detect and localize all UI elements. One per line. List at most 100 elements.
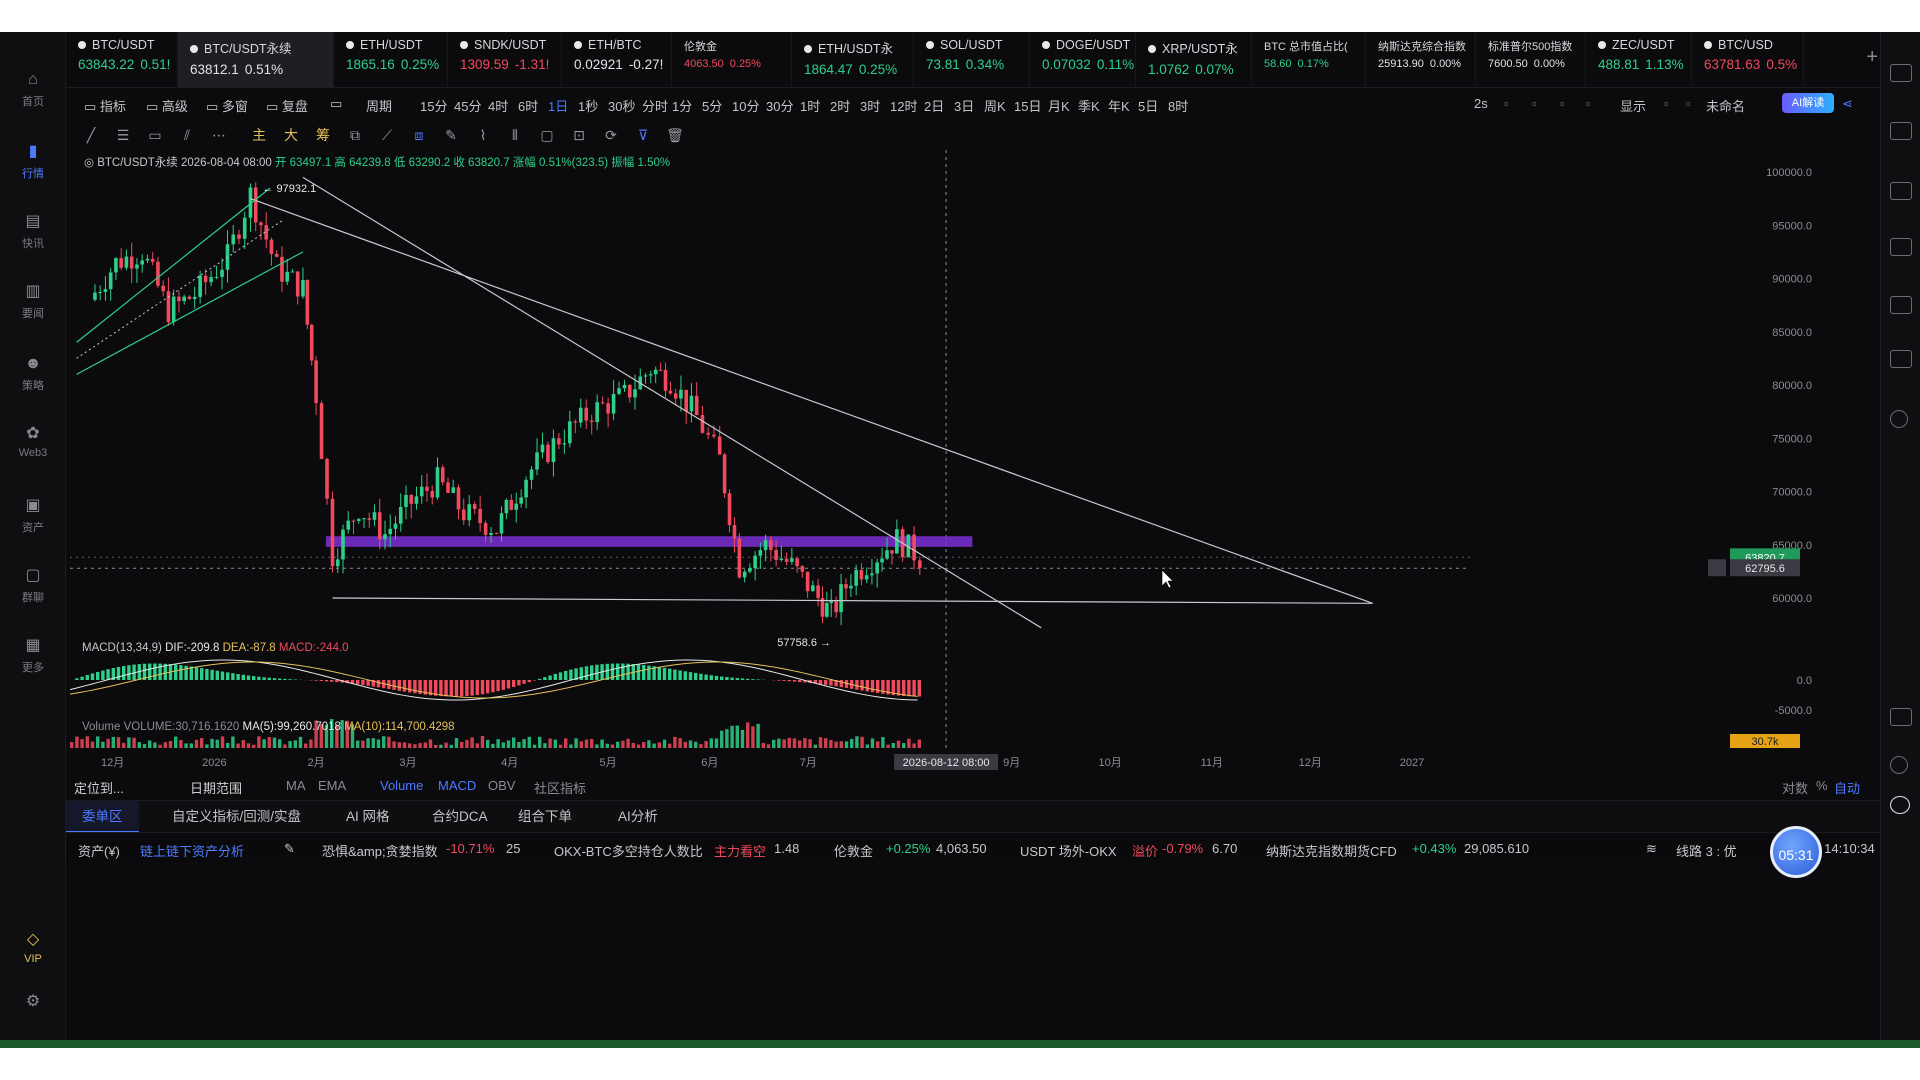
clock-icon[interactable]: [1890, 410, 1908, 428]
period-19[interactable]: 15日: [1014, 96, 1041, 115]
ticker-tab[interactable]: SOL/USDT 73.81 0.34%: [914, 32, 1030, 88]
ticker-tab[interactable]: ETH/USDT永 1864.47 0.25%: [792, 32, 914, 88]
vip-button[interactable]: ◇ VIP: [0, 930, 66, 965]
orderbook-icon[interactable]: [1890, 122, 1912, 140]
period-9[interactable]: 5分: [702, 96, 722, 115]
robot-assistant-icon[interactable]: [1890, 796, 1910, 814]
ticker-tab[interactable]: BTC/USD 63781.63 0.5%: [1692, 32, 1804, 88]
ticker-tab[interactable]: 纳斯达克综合指数 25913.90 0.00%: [1366, 32, 1476, 88]
indicator-5[interactable]: MACD: [438, 778, 476, 793]
trash-icon[interactable]: 🗑: [666, 126, 684, 144]
trend-line-icon[interactable]: ╱: [82, 126, 100, 144]
crop-icon[interactable]: ▫: [1560, 96, 1565, 111]
price-chart[interactable]: ← 97932.1 57758.6 → 100000.0 95000.0 90000.0…: [70, 150, 1880, 770]
bottom-tab-2[interactable]: AI 网格: [330, 801, 406, 833]
status-assets[interactable]: 资产(¥): [78, 841, 120, 860]
toolbar-item-3[interactable]: ▭ 复盘: [266, 96, 308, 115]
period-15[interactable]: 12时: [890, 96, 917, 115]
sidebar-item-2[interactable]: ▤ 快讯: [0, 212, 66, 251]
sidebar-item-1[interactable]: ▮ 行情: [0, 142, 66, 181]
scale-option-1[interactable]: %: [1816, 778, 1828, 793]
edit-icon[interactable]: ✎: [284, 841, 295, 857]
toolbar-item-0[interactable]: ▭ 指标: [84, 96, 126, 115]
scale-option-2[interactable]: 自动: [1834, 778, 1860, 797]
eraser-icon[interactable]: ✎: [442, 126, 460, 144]
menu-icon[interactable]: ▫: [1586, 96, 1591, 111]
scale-option-0[interactable]: 对数: [1782, 778, 1808, 797]
period-1[interactable]: 45分: [454, 96, 481, 115]
period-13[interactable]: 2时: [830, 96, 850, 115]
depth-icon[interactable]: [1890, 238, 1912, 256]
sidebar-item-0[interactable]: ⌂ 首页: [0, 70, 66, 109]
ticker-tab[interactable]: XRP/USDT永 1.0762 0.07%: [1136, 32, 1252, 88]
status-onchain-link[interactable]: 链上链下资产分析: [140, 841, 244, 860]
toolbar-item-2[interactable]: ▭ 多窗: [206, 96, 248, 115]
period-4[interactable]: 1日: [548, 96, 568, 115]
ticker-tab[interactable]: 伦敦金 4063.50 0.25%: [672, 32, 792, 88]
indicator-2[interactable]: MA: [286, 778, 306, 793]
bell-icon[interactable]: [1890, 756, 1908, 774]
share-icon[interactable]: ⋖: [1842, 96, 1853, 112]
ai-interpret-button[interactable]: AI解读: [1782, 93, 1834, 113]
sidebar-item-6[interactable]: ▣ 资产: [0, 496, 66, 535]
sidebar-item-7[interactable]: ▢ 群聊: [0, 566, 66, 605]
sidebar-item-3[interactable]: ▥ 要闻: [0, 282, 66, 321]
gear-icon[interactable]: ▫: [1664, 96, 1669, 111]
period-10[interactable]: 10分: [732, 96, 759, 115]
brush-icon[interactable]: ⌇: [474, 126, 492, 144]
indicator-7[interactable]: 社区指标: [534, 778, 586, 797]
fullscreen-icon[interactable]: ▫: [1686, 96, 1691, 111]
period-0[interactable]: 15分: [420, 96, 447, 115]
period-17[interactable]: 3日: [954, 96, 974, 115]
toolbar-item-5[interactable]: 周期: [366, 96, 392, 115]
indicator-6[interactable]: OBV: [488, 778, 515, 793]
sidebar-item-8[interactable]: ▦ 更多: [0, 636, 66, 675]
period-5[interactable]: 1秒: [578, 96, 598, 115]
toolbar-right-0[interactable]: 2s: [1474, 96, 1488, 111]
camera-icon[interactable]: ▫: [1504, 96, 1509, 111]
period-24[interactable]: 8时: [1168, 96, 1188, 115]
rectangle-icon[interactable]: ▭: [146, 126, 164, 144]
period-3[interactable]: 6时: [518, 96, 538, 115]
layers-icon[interactable]: ⧈: [410, 126, 428, 144]
toolbar-right-1[interactable]: 显示: [1620, 96, 1646, 115]
rotate-icon[interactable]: ⟳: [602, 126, 620, 144]
ticker-tab[interactable]: BTC/USDT 63843.22 0.51!: [66, 32, 178, 88]
period-18[interactable]: 周K: [984, 96, 1006, 115]
settings-button[interactable]: ⚙: [0, 992, 66, 1015]
chip-icon[interactable]: 筹: [314, 126, 332, 144]
period-6[interactable]: 30秒: [608, 96, 635, 115]
main-icon[interactable]: 主: [250, 126, 268, 144]
ticker-tab[interactable]: ZEC/USDT 488.81 1.13%: [1586, 32, 1692, 88]
ticker-tab[interactable]: 标准普尔500指数 7600.50 0.00%: [1476, 32, 1586, 88]
ticker-tab[interactable]: BTC 总市值占比(58.60 0.17%: [1252, 32, 1366, 88]
big-icon[interactable]: 大: [282, 126, 300, 144]
trades-icon[interactable]: [1890, 182, 1912, 200]
horizontal-lines-icon[interactable]: ☰: [114, 126, 132, 144]
period-23[interactable]: 5日: [1138, 96, 1158, 115]
monitor-icon[interactable]: [1890, 296, 1912, 314]
ticker-tab[interactable]: BTC/USDT永续 63812.1 0.51%: [178, 32, 334, 88]
indicator-0[interactable]: 定位到...: [74, 778, 124, 797]
more-icon[interactable]: ⋯: [210, 126, 228, 144]
bars-icon[interactable]: ⫴: [506, 126, 524, 144]
add-tab-icon[interactable]: +: [1866, 46, 1878, 69]
clipboard-icon[interactable]: ▢: [538, 126, 556, 144]
toolbar-right-2[interactable]: 未命名: [1706, 96, 1745, 115]
pencil-icon[interactable]: ⫽: [178, 126, 196, 144]
indicator-3[interactable]: EMA: [318, 778, 346, 793]
toolbar-item-4[interactable]: ▭: [330, 96, 342, 112]
period-12[interactable]: 1时: [800, 96, 820, 115]
indicator-4[interactable]: Volume: [380, 778, 423, 793]
filter-icon[interactable]: ⊽: [634, 126, 652, 144]
bottom-tab-0[interactable]: 委单区: [66, 801, 139, 833]
period-20[interactable]: 月K: [1048, 96, 1070, 115]
period-2[interactable]: 4时: [488, 96, 508, 115]
ticker-tab[interactable]: ETH/BTC 0.02921 -0.27!: [562, 32, 672, 88]
copy-icon[interactable]: ⧉: [346, 126, 364, 144]
ticker-tab[interactable]: SNDK/USDT 1309.59 -1.31!: [448, 32, 562, 88]
indicator-1[interactable]: 日期范围: [190, 778, 242, 797]
calendar-icon[interactable]: [1890, 350, 1912, 368]
period-11[interactable]: 30分: [766, 96, 793, 115]
toolbar-item-1[interactable]: ▭ 高级: [146, 96, 188, 115]
